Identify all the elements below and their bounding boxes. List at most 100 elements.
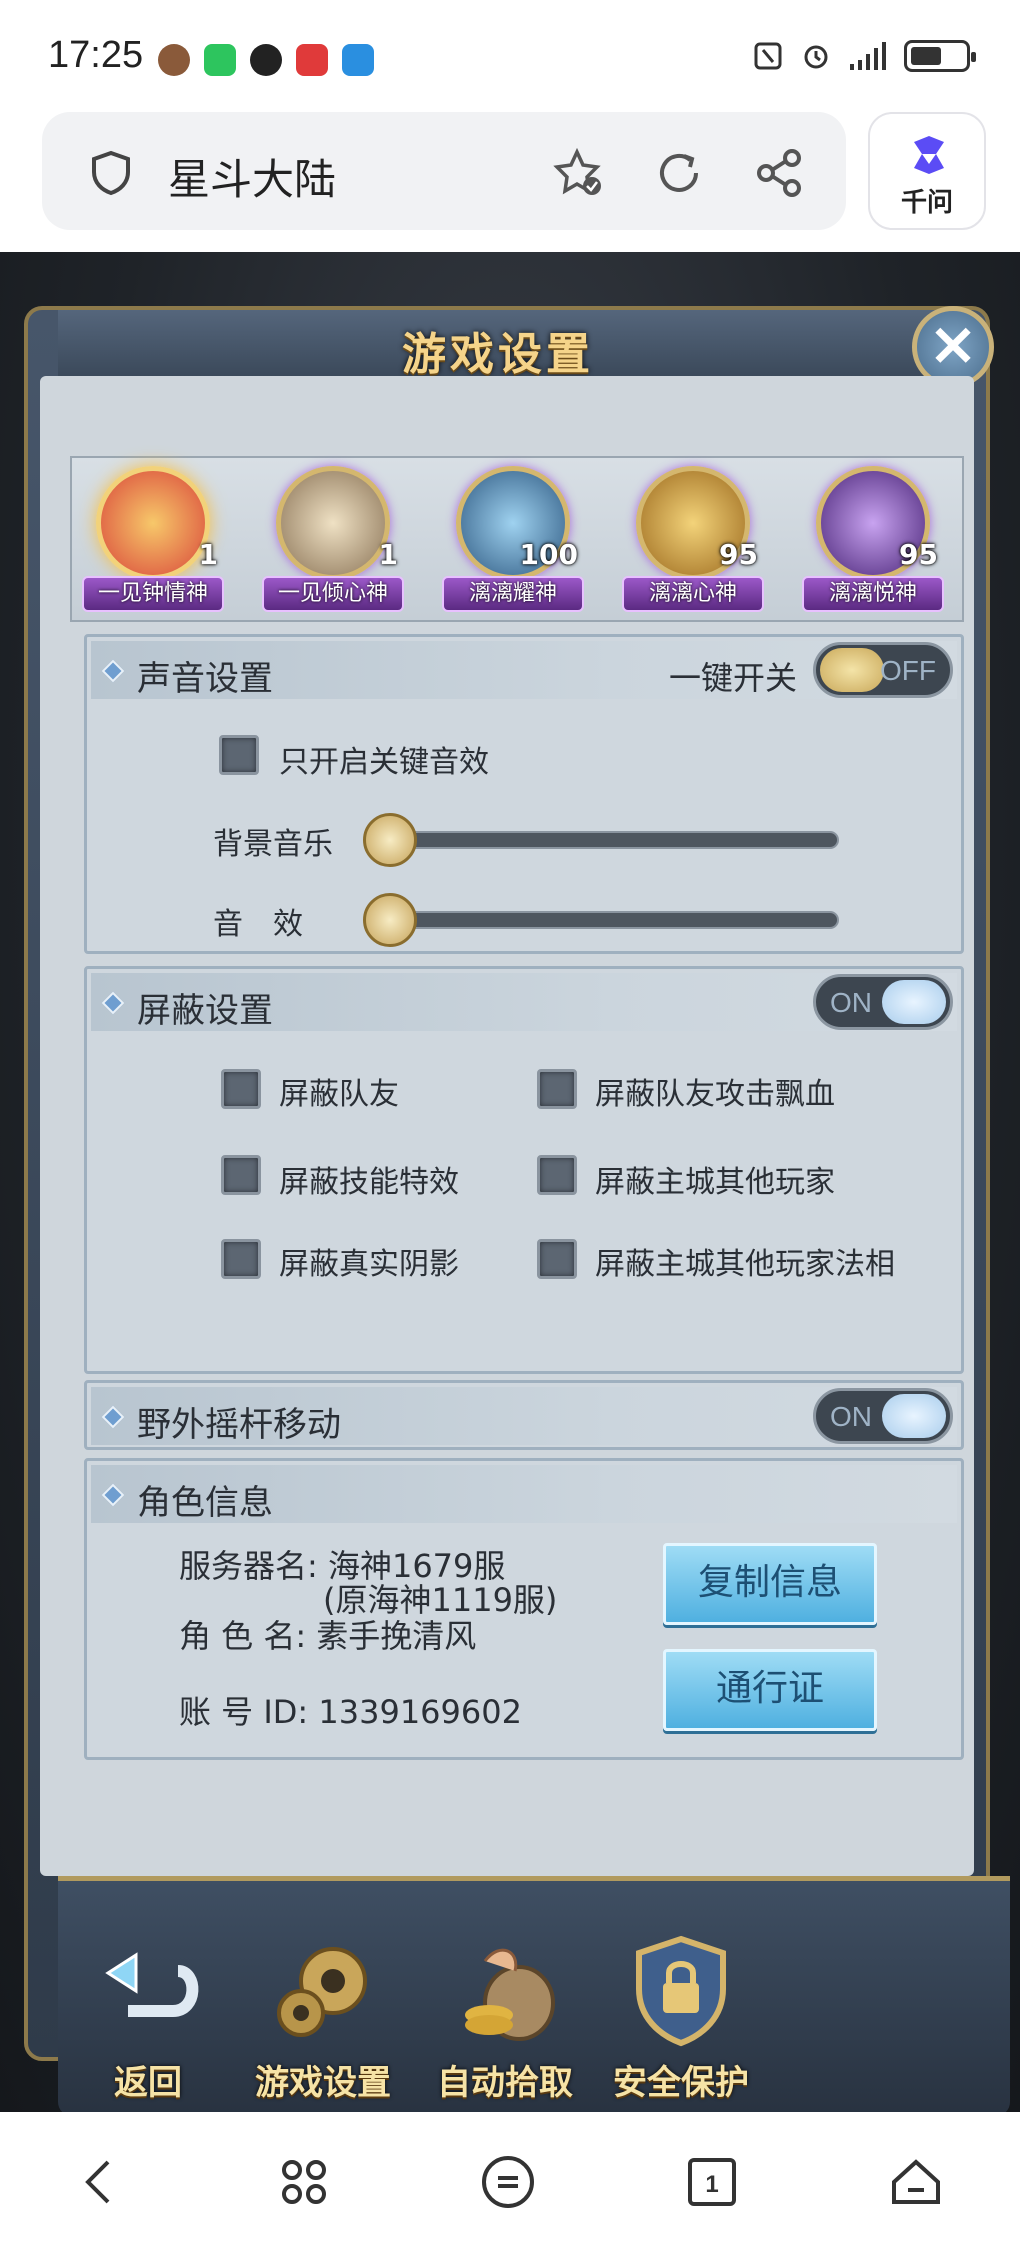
- qq-icon: [250, 44, 282, 76]
- nfc-icon: [754, 42, 782, 70]
- ai-assistant-label: 千问: [900, 188, 953, 218]
- god-level: 1: [378, 538, 398, 571]
- bgm-slider-knob[interactable]: [363, 813, 417, 867]
- money-bag-icon: [465, 1948, 555, 2041]
- game-bottom-nav: 返回 游戏设置 自动拾取 安全保护: [58, 1876, 1010, 2112]
- god-name: 漓漓心神: [622, 576, 764, 612]
- favorite-star-icon[interactable]: [552, 146, 606, 200]
- auto-pickup-label: 自动拾取: [437, 2063, 573, 2103]
- gear-icon: [277, 1947, 367, 2037]
- home-icon[interactable]: [886, 2152, 946, 2212]
- diamond-icon: [101, 659, 125, 683]
- url-actions: [552, 146, 806, 200]
- security-label: 安全保护: [613, 2063, 749, 2103]
- qianwen-logo-icon: [914, 136, 944, 174]
- weather-icon: [342, 44, 374, 76]
- game-settings-tab[interactable]: 游戏设置: [248, 1931, 398, 2104]
- god-card[interactable]: 1 一见钟情神: [78, 458, 228, 618]
- god-portrait: [276, 466, 390, 580]
- god-name: 一见钟情神: [82, 576, 224, 612]
- wechat-icon: [204, 44, 236, 76]
- role-name: 角 色 名: 素手挽清风: [179, 1617, 477, 1655]
- shield-toggle[interactable]: ON: [813, 974, 953, 1030]
- shield-settings-section: 屏蔽设置 ON 屏蔽队友 屏蔽队友攻击飘血 屏蔽技能特效 屏蔽主城其他玩家 屏蔽…: [84, 966, 964, 1374]
- shield-option-checkbox[interactable]: [221, 1239, 261, 1279]
- god-level: 100: [519, 538, 578, 571]
- shield-option-checkbox[interactable]: [537, 1069, 577, 1109]
- refresh-icon[interactable]: [652, 146, 706, 200]
- account-id: 账 号 ID: 1339169602: [179, 1693, 522, 1731]
- back-label: 返回: [114, 2063, 182, 2103]
- gods-row: 1 一见钟情神 1 一见倾心神 100 漓漓耀神 95 漓漓心神 95 漓漓悦神: [70, 456, 964, 622]
- share-icon[interactable]: [752, 146, 806, 200]
- panel-title: 游戏设置: [402, 329, 594, 380]
- diamond-icon: [101, 1483, 125, 1507]
- panel-title-bar: 游戏设置: [58, 310, 938, 382]
- god-level: 95: [899, 538, 938, 571]
- section-title: 声音设置: [137, 659, 273, 699]
- status-right: [752, 40, 976, 72]
- section-header: 屏蔽设置 ON: [91, 973, 957, 1031]
- menu-icon[interactable]: [478, 2152, 538, 2212]
- diamond-icon: [101, 1405, 125, 1429]
- shield-option-label: 屏蔽技能特效: [279, 1165, 459, 1200]
- panel-content: 1 一见钟情神 1 一见倾心神 100 漓漓耀神 95 漓漓心神 95 漓漓悦神…: [40, 376, 974, 1876]
- section-title: 野外摇杆移动: [137, 1405, 341, 1445]
- god-level: 1: [198, 538, 218, 571]
- key-sound-label: 只开启关键音效: [279, 745, 489, 780]
- bgm-slider[interactable]: [369, 831, 839, 849]
- toggle-state-label: ON: [830, 1401, 872, 1432]
- shield-option-checkbox[interactable]: [221, 1155, 261, 1195]
- settings-panel: 游戏设置 × 1 一见钟情神 1 一见倾心神 100 漓漓耀神 95 漓漓心神 …: [24, 306, 1010, 2112]
- shield-option-checkbox[interactable]: [537, 1239, 577, 1279]
- sfx-slider[interactable]: [369, 911, 839, 929]
- role-info-section: 角色信息 服务器名: 海神1679服 (原海神1119服) 角 色 名: 素手挽…: [84, 1458, 964, 1760]
- god-name: 漓漓耀神: [442, 576, 584, 612]
- alarm-icon: [804, 45, 828, 69]
- page-title[interactable]: 星斗大陆: [168, 146, 336, 207]
- lock-shield-icon: [636, 1935, 726, 2047]
- sound-master-toggle[interactable]: OFF: [813, 642, 953, 698]
- god-name: 漓漓悦神: [802, 576, 944, 612]
- section-header: 野外摇杆移动 ON: [91, 1387, 957, 1445]
- god-portrait: [96, 466, 210, 580]
- toggle-knob: [882, 1394, 946, 1438]
- auto-pickup-tab[interactable]: 自动拾取: [430, 1931, 580, 2104]
- back-chevron-icon[interactable]: [70, 2152, 130, 2212]
- address-bar[interactable]: 星斗大陆: [42, 112, 846, 230]
- god-card[interactable]: 95 漓漓心神: [618, 458, 768, 618]
- toggle-knob: [820, 648, 884, 692]
- shield-option-label: 屏蔽主城其他玩家: [595, 1165, 835, 1200]
- section-header: 角色信息: [91, 1465, 957, 1523]
- toggle-knob: [882, 980, 946, 1024]
- shield-option-label: 屏蔽队友攻击飘血: [595, 1077, 835, 1112]
- bgm-label: 背景音乐: [213, 827, 333, 862]
- back-button[interactable]: 返回: [78, 1931, 218, 2104]
- joystick-toggle[interactable]: ON: [813, 1388, 953, 1444]
- toggle-state-label: OFF: [880, 655, 936, 686]
- shield-icon[interactable]: [90, 150, 132, 196]
- apps-grid-icon[interactable]: [274, 2152, 334, 2212]
- pass-button[interactable]: 通行证: [663, 1649, 877, 1731]
- tabs-icon[interactable]: 1: [682, 2152, 742, 2212]
- avatar-notification-icon: [158, 44, 190, 76]
- copy-info-button[interactable]: 复制信息: [663, 1543, 877, 1625]
- section-title: 屏蔽设置: [137, 991, 273, 1031]
- shield-option-checkbox[interactable]: [221, 1069, 261, 1109]
- security-tab[interactable]: 安全保护: [606, 1931, 756, 2104]
- god-card[interactable]: 100 漓漓耀神: [438, 458, 588, 618]
- god-card[interactable]: 95 漓漓悦神: [798, 458, 948, 618]
- sfx-label: 音 效: [213, 907, 303, 942]
- shield-option-label: 屏蔽真实阴影: [279, 1247, 459, 1282]
- sfx-slider-knob[interactable]: [363, 893, 417, 947]
- ai-assistant-button[interactable]: 千问: [868, 112, 986, 230]
- svg-text:1: 1: [705, 2171, 718, 2198]
- god-card[interactable]: 1 一见倾心神: [258, 458, 408, 618]
- shield-option-checkbox[interactable]: [537, 1155, 577, 1195]
- system-nav-bar: 1: [0, 2112, 1020, 2250]
- back-arrow-icon: [105, 1952, 199, 2017]
- shield-option-label: 屏蔽队友: [279, 1077, 399, 1112]
- section-header: 声音设置 一键开关 OFF: [91, 641, 957, 699]
- notification-icons: [158, 44, 374, 76]
- key-sound-checkbox[interactable]: [219, 735, 259, 775]
